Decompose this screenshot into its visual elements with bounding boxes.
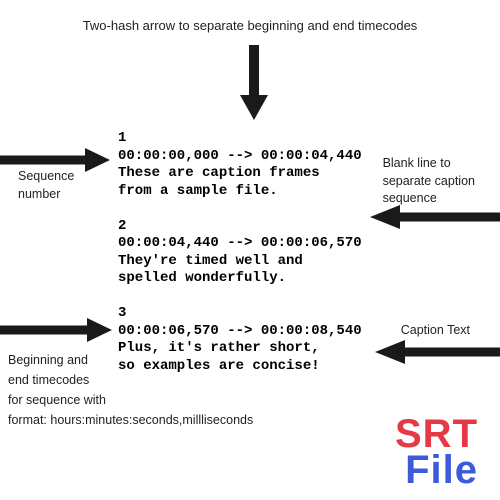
top-label: Two-hash arrow to separate beginning and… [83, 18, 418, 33]
timecode-format-label: Beginning and end timecodes for sequence… [8, 350, 253, 430]
arrow-left-caption-icon [375, 340, 500, 364]
arrow-down-icon [240, 45, 268, 120]
arrow-left-blank-icon [370, 205, 500, 229]
logo-file: File [395, 452, 478, 488]
srt-file-logo: SRT File [395, 416, 478, 488]
srt-content-block: 1 00:00:00,000 --> 00:00:04,440 These ar… [118, 130, 362, 375]
caption-text-label: Caption Text [401, 323, 470, 337]
arrow-right-timecode-icon [0, 318, 112, 342]
blank-line-label: Blank line to separate caption sequence [383, 155, 475, 208]
sequence-number-label: Sequence number [18, 168, 74, 203]
logo-srt: SRT [395, 416, 478, 452]
